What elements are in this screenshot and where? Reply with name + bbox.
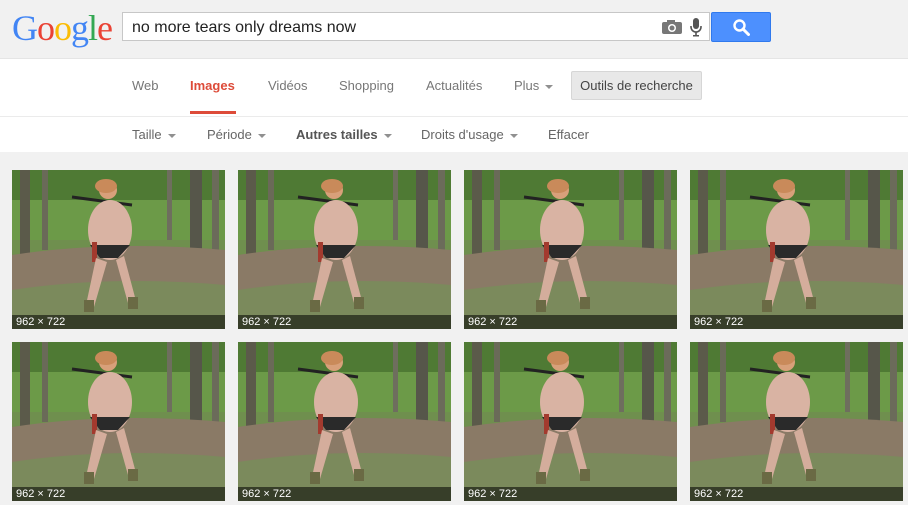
active-tab-indicator — [190, 111, 236, 114]
logo-letter: l — [88, 8, 98, 48]
chevron-down-icon — [509, 133, 518, 138]
tab-plus-label: Plus — [514, 78, 540, 93]
search-query[interactable]: no more tears only dreams now — [132, 19, 356, 37]
forest-photo — [690, 170, 903, 329]
chevron-down-icon — [545, 84, 554, 89]
image-dimensions-label: 962 × 722 — [12, 315, 225, 329]
tab-actualites[interactable]: Actualités — [426, 78, 482, 93]
tab-shopping[interactable]: Shopping — [339, 78, 394, 93]
image-dimensions-label: 962 × 722 — [690, 315, 903, 329]
filter-size[interactable]: Taille — [132, 127, 176, 142]
filter-usage-rights[interactable]: Droits d'usage — [421, 127, 518, 142]
image-result-thumbnail[interactable]: 962 × 722 — [464, 342, 677, 501]
camera-icon[interactable] — [661, 19, 683, 35]
tab-plus[interactable]: Plus — [514, 78, 554, 93]
forest-photo — [238, 342, 451, 501]
filter-period[interactable]: Période — [207, 127, 266, 142]
logo-letter: G — [12, 8, 38, 48]
clear-filters-link[interactable]: Effacer — [548, 127, 589, 142]
filter-usage-rights-label: Droits d'usage — [421, 127, 504, 142]
image-result-thumbnail[interactable]: 962 × 722 — [690, 342, 903, 501]
forest-photo — [464, 342, 677, 501]
image-dimensions-label: 962 × 722 — [464, 487, 677, 501]
image-result-thumbnail[interactable]: 962 × 722 — [464, 170, 677, 329]
filter-size-label: Taille — [132, 127, 162, 142]
chevron-down-icon — [167, 133, 176, 138]
image-result-thumbnail[interactable]: 962 × 722 — [12, 170, 225, 329]
filter-other-sizes-label: Autres tailles — [296, 127, 378, 142]
filter-other-sizes[interactable]: Autres tailles — [296, 127, 392, 142]
search-tools-bar: Taille Période Autres tailles Droits d'u… — [0, 117, 908, 151]
tab-images[interactable]: Images — [190, 78, 235, 93]
image-dimensions-label: 962 × 722 — [238, 487, 451, 501]
microphone-icon[interactable] — [689, 17, 703, 37]
image-result-thumbnail[interactable]: 962 × 722 — [238, 170, 451, 329]
forest-photo — [12, 342, 225, 501]
search-button[interactable] — [711, 12, 771, 42]
image-dimensions-label: 962 × 722 — [238, 315, 451, 329]
tab-videos[interactable]: Vidéos — [268, 78, 308, 93]
image-result-thumbnail[interactable]: 962 × 722 — [238, 342, 451, 501]
image-dimensions-label: 962 × 722 — [464, 315, 677, 329]
image-result-thumbnail[interactable]: 962 × 722 — [12, 342, 225, 501]
chevron-down-icon — [257, 133, 266, 138]
image-dimensions-label: 962 × 722 — [12, 487, 225, 501]
search-tools-button[interactable]: Outils de recherche — [571, 71, 702, 100]
image-result-thumbnail[interactable]: 962 × 722 — [690, 170, 903, 329]
forest-photo — [12, 170, 225, 329]
forest-photo — [238, 170, 451, 329]
logo-letter: g — [71, 8, 89, 48]
header: Google no more tears only dreams now — [0, 0, 908, 59]
tab-web[interactable]: Web — [132, 78, 159, 93]
image-dimensions-label: 962 × 722 — [690, 487, 903, 501]
chevron-down-icon — [383, 133, 392, 138]
forest-photo — [690, 342, 903, 501]
filter-period-label: Période — [207, 127, 252, 142]
magnifier-icon — [733, 19, 750, 36]
search-input[interactable]: no more tears only dreams now — [122, 12, 710, 41]
google-logo[interactable]: Google — [12, 8, 113, 48]
logo-letter: o — [37, 8, 55, 48]
logo-letter: o — [54, 8, 72, 48]
image-results-grid: 962 × 722 962 × 722 962 × 722 962 × 722 962 … — [0, 152, 908, 505]
tab-bar: Web Images Vidéos Shopping Actualités Pl… — [0, 59, 908, 117]
logo-letter: e — [97, 8, 113, 48]
forest-photo — [464, 170, 677, 329]
